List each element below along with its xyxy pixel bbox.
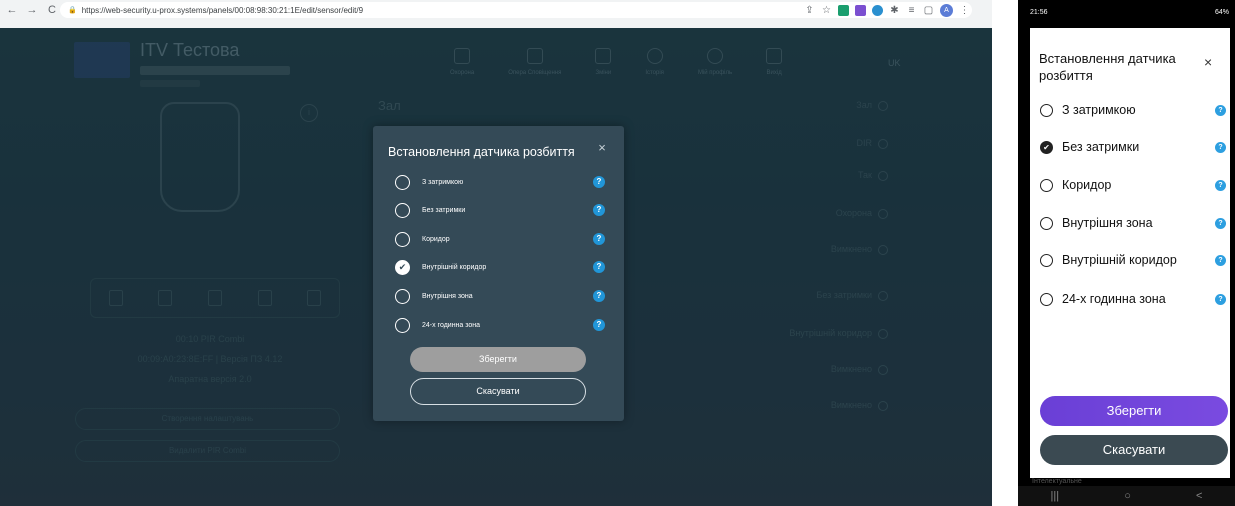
forward-button[interactable]: → bbox=[24, 2, 40, 18]
android-nav-bar: ||| ○ < bbox=[1018, 486, 1235, 506]
star-icon[interactable]: ☆ bbox=[821, 5, 832, 16]
help-icon[interactable]: ? bbox=[593, 290, 605, 302]
radio-button[interactable] bbox=[395, 202, 410, 218]
radio-button[interactable] bbox=[395, 317, 410, 333]
radio-button[interactable] bbox=[1040, 178, 1053, 192]
option-label: Внутрішній коридор bbox=[422, 263, 487, 271]
option-without-delay[interactable]: ✔ Без затримки ? bbox=[1040, 138, 1226, 156]
radio-button[interactable] bbox=[395, 174, 410, 190]
help-icon[interactable]: ? bbox=[593, 233, 605, 245]
radio-button[interactable] bbox=[395, 288, 410, 304]
ext-teal-icon[interactable] bbox=[872, 4, 883, 16]
option-internal-zone[interactable]: Внутрішня зона ? bbox=[395, 288, 605, 304]
dialog-title: Встановлення датчика розбиття bbox=[1039, 51, 1176, 83]
option-label: Без затримки bbox=[1062, 140, 1140, 154]
help-icon[interactable]: ? bbox=[593, 261, 605, 273]
option-corridor[interactable]: Коридор ? bbox=[1040, 176, 1226, 194]
option-24h-zone[interactable]: 24-х годинна зона ? bbox=[1040, 290, 1226, 308]
help-icon[interactable]: ? bbox=[1215, 293, 1226, 305]
home-icon[interactable]: ○ bbox=[1124, 490, 1131, 502]
help-icon[interactable]: ? bbox=[593, 319, 605, 331]
option-label: Внутрішній коридор bbox=[1062, 253, 1177, 267]
profile-avatar[interactable]: A bbox=[940, 3, 953, 17]
option-without-delay[interactable]: Без затримки ? bbox=[395, 202, 605, 218]
share-icon[interactable]: ⇪ bbox=[804, 5, 815, 16]
option-label: З затримкою bbox=[1062, 103, 1136, 117]
save-button[interactable]: Зберегти bbox=[1040, 396, 1228, 426]
modal-title: Встановлення датчика розбиття bbox=[388, 145, 575, 159]
help-icon[interactable]: ? bbox=[1215, 141, 1226, 153]
radio-button-checked[interactable]: ✔ bbox=[1040, 140, 1053, 154]
option-internal-corridor[interactable]: ✔ Внутрішній коридор ? bbox=[395, 259, 605, 275]
split-icon[interactable]: ▢ bbox=[923, 5, 934, 16]
option-internal-corridor[interactable]: Внутрішній коридор ? bbox=[1040, 251, 1226, 269]
radio-button[interactable] bbox=[395, 231, 410, 247]
url-text: https://web-security.u-prox.systems/pane… bbox=[81, 5, 364, 15]
mobile-screen: 21:56 64% Встановлення датчика розбиття … bbox=[1018, 0, 1235, 506]
sensor-type-modal: Встановлення датчика розбиття × З затрим… bbox=[373, 126, 624, 421]
help-icon[interactable]: ? bbox=[1215, 254, 1226, 266]
radio-button[interactable] bbox=[1040, 253, 1053, 267]
option-internal-zone[interactable]: Внутрішня зона ? bbox=[1040, 214, 1226, 232]
option-label: Коридор bbox=[1062, 178, 1112, 192]
desktop-browser-window: ← → C 🔒 https://web-security.u-prox.syst… bbox=[0, 0, 992, 506]
reload-button[interactable]: C bbox=[44, 2, 60, 18]
recent-apps-icon[interactable]: ||| bbox=[1051, 490, 1060, 502]
option-label: Внутрішня зона bbox=[422, 292, 473, 300]
back-icon[interactable]: < bbox=[1196, 490, 1202, 502]
help-icon[interactable]: ? bbox=[593, 204, 605, 216]
status-bar: 21:56 64% bbox=[1018, 0, 1235, 24]
status-battery: 64% bbox=[1214, 8, 1229, 16]
option-corridor[interactable]: Коридор ? bbox=[395, 231, 605, 247]
ext-purple-icon[interactable] bbox=[855, 4, 866, 16]
help-icon[interactable]: ? bbox=[593, 176, 605, 188]
option-label: Коридор bbox=[422, 235, 450, 243]
cancel-button[interactable]: Скасувати bbox=[1040, 435, 1228, 465]
option-24h-zone[interactable]: 24-х годинна зона ? bbox=[395, 317, 605, 333]
cancel-button[interactable]: Скасувати bbox=[410, 378, 586, 405]
mobile-dialog: Встановлення датчика розбиття × З затрим… bbox=[1030, 28, 1230, 478]
screenshot-root: ← → C 🔒 https://web-security.u-prox.syst… bbox=[0, 0, 1235, 506]
radio-button-checked[interactable]: ✔ bbox=[395, 259, 410, 275]
help-icon[interactable]: ? bbox=[1215, 217, 1226, 229]
menu-list-icon[interactable]: ≡ bbox=[906, 5, 917, 16]
underlay-text: Інтелектуальне bbox=[1032, 478, 1082, 485]
extension-icons: ⇪ ☆ ✱ ≡ ▢ A ⋮ bbox=[804, 2, 970, 18]
option-label: Внутрішня зона bbox=[1062, 216, 1153, 230]
close-icon[interactable]: × bbox=[595, 140, 609, 158]
option-label: З затримкою bbox=[422, 178, 464, 186]
back-button[interactable]: ← bbox=[4, 2, 20, 18]
browser-toolbar: ← → C 🔒 https://web-security.u-prox.syst… bbox=[0, 0, 992, 20]
option-label: 24-х годинна зона bbox=[422, 321, 481, 329]
radio-button[interactable] bbox=[1040, 216, 1053, 230]
save-button[interactable]: Зберегти bbox=[410, 347, 586, 372]
option-label: Без затримки bbox=[422, 206, 466, 214]
option-with-delay[interactable]: З затримкою ? bbox=[395, 174, 605, 190]
radio-button[interactable] bbox=[1040, 292, 1053, 306]
option-label: 24-х годинна зона bbox=[1062, 292, 1166, 306]
status-time: 21:56 bbox=[1030, 8, 1048, 16]
radio-button[interactable] bbox=[1040, 103, 1053, 117]
lock-icon: 🔒 bbox=[68, 7, 77, 14]
close-icon[interactable]: × bbox=[1204, 54, 1212, 70]
ext-green-icon[interactable] bbox=[838, 4, 849, 16]
help-icon[interactable]: ? bbox=[1215, 104, 1226, 116]
puzzle-icon[interactable]: ✱ bbox=[889, 5, 900, 16]
option-with-delay[interactable]: З затримкою ? bbox=[1040, 101, 1226, 119]
help-icon[interactable]: ? bbox=[1215, 179, 1226, 191]
browser-menu-icon[interactable]: ⋮ bbox=[959, 5, 970, 16]
